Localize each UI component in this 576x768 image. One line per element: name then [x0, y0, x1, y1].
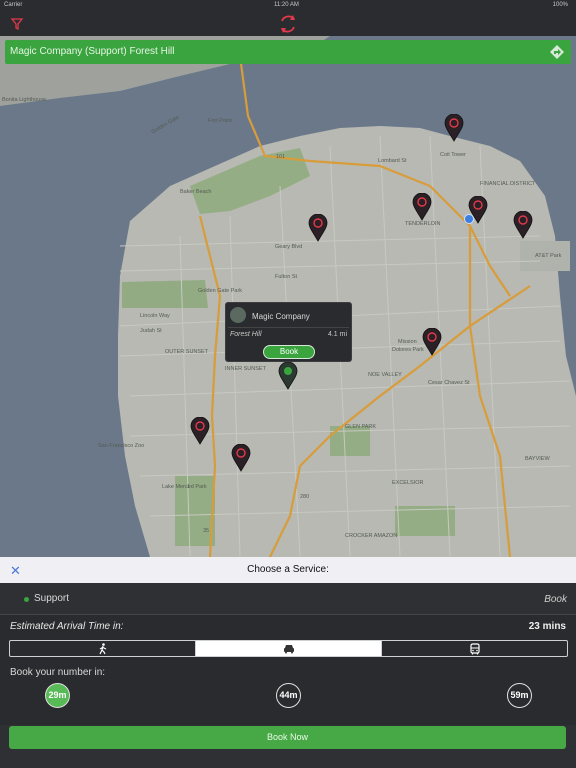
carrier-label: Carrier [4, 2, 23, 8]
time-option-29m[interactable]: 29m [45, 683, 70, 708]
map-pin-icon[interactable] [444, 114, 464, 142]
map-label: INNER SUNSET [225, 366, 266, 372]
map-label: Mission [398, 339, 417, 345]
refresh-icon[interactable] [277, 13, 299, 35]
map-label: Fulton St [275, 274, 298, 280]
service-status-dot [24, 597, 29, 602]
map-label: 35 [203, 528, 210, 534]
map-label: GLEN PARK [345, 424, 377, 430]
battery-level: 100% [552, 2, 568, 8]
map-label: Lincoln Way [140, 313, 170, 319]
map-pin-icon[interactable] [190, 417, 210, 445]
map-pin-icon[interactable] [468, 196, 488, 224]
map-label: EXCELSIOR [392, 480, 424, 486]
callout-location: Forest Hill [230, 331, 262, 338]
bus-mode-segment[interactable] [382, 641, 567, 656]
map-label: Bonita Lighthouse [2, 97, 47, 103]
walk-mode-segment[interactable] [10, 641, 196, 656]
map-label: NOE VALLEY [368, 372, 402, 378]
bus-icon [469, 642, 480, 654]
callout-book-button[interactable]: Book [263, 345, 315, 359]
filter-icon[interactable] [10, 17, 24, 31]
map-callout[interactable]: Magic Company Forest Hill 4.1 mi Book [225, 302, 352, 362]
map-pin-icon[interactable] [422, 328, 442, 356]
time-option-59m[interactable]: 59m [507, 683, 532, 708]
map-pin-icon[interactable] [513, 211, 533, 239]
map-label: Dolores Park [392, 347, 424, 353]
map-label: Fort Point [208, 118, 232, 124]
map-label: TENDERLOIN [405, 221, 441, 227]
map-label: Judah St [140, 328, 162, 334]
map-label: BAYVIEW [525, 456, 550, 462]
store-icon [230, 307, 246, 323]
map-pin-icon[interactable] [231, 444, 251, 472]
transport-mode-selector[interactable] [9, 640, 568, 657]
map-label: San Francisco Zoo [98, 443, 145, 449]
navbar [0, 12, 576, 36]
map-label: Golden Gate Park [198, 288, 243, 294]
eta-label: Estimated Arrival Time in: [10, 621, 124, 632]
map-view[interactable]: Bonita Lighthouse Golden Gate Fort Point… [0, 36, 576, 557]
service-sheet: ✕ Choose a Service: Support Book Estimat… [0, 557, 576, 768]
map-label: Cesar Chavez St [428, 380, 470, 386]
callout-name: Magic Company [252, 312, 310, 321]
time-option-44m[interactable]: 44m [276, 683, 301, 708]
walk-icon [98, 642, 106, 654]
sheet-header: ✕ Choose a Service: [0, 557, 576, 583]
sheet-title: Choose a Service: [247, 564, 329, 575]
map-label: Baker Beach [180, 189, 212, 195]
eta-value: 23 mins [528, 621, 566, 632]
map-label: AT&T Park [535, 253, 562, 259]
service-book-link[interactable]: Book [544, 594, 567, 605]
map-label: Coit Tower [440, 152, 466, 158]
map-label: OUTER SUNSET [165, 349, 209, 355]
map-label: Lake Merced Park [162, 484, 207, 490]
map-label: 280 [300, 494, 310, 500]
service-name[interactable]: Support [34, 593, 69, 604]
book-in-label: Book your number in: [10, 667, 106, 678]
map-label: Lombard St [378, 158, 407, 164]
book-now-button[interactable]: Book Now [9, 726, 566, 749]
map-label: Geary Blvd [275, 244, 303, 250]
map-label: CROCKER AMAZON [345, 533, 398, 539]
map-label: 101 [276, 154, 286, 160]
clock: 11:20 AM [274, 2, 299, 8]
car-icon [283, 644, 294, 653]
selected-pin-icon[interactable] [278, 362, 298, 390]
callout-distance: 4.1 mi [327, 331, 347, 338]
location-search-bar[interactable]: Magic Company (Support) Forest Hill [5, 40, 571, 64]
map-label: FINANCIAL DISTRICT [480, 181, 536, 187]
status-bar: Carrier 11:20 AM 100% [0, 0, 576, 12]
map-label: 1 [187, 484, 191, 490]
callout-divider [228, 327, 349, 328]
car-mode-segment[interactable] [196, 641, 382, 656]
directions-icon[interactable] [549, 44, 565, 60]
search-text: Magic Company (Support) Forest Hill [10, 46, 175, 57]
map-pin-icon[interactable] [308, 214, 328, 242]
map-pin-icon[interactable] [412, 193, 432, 221]
